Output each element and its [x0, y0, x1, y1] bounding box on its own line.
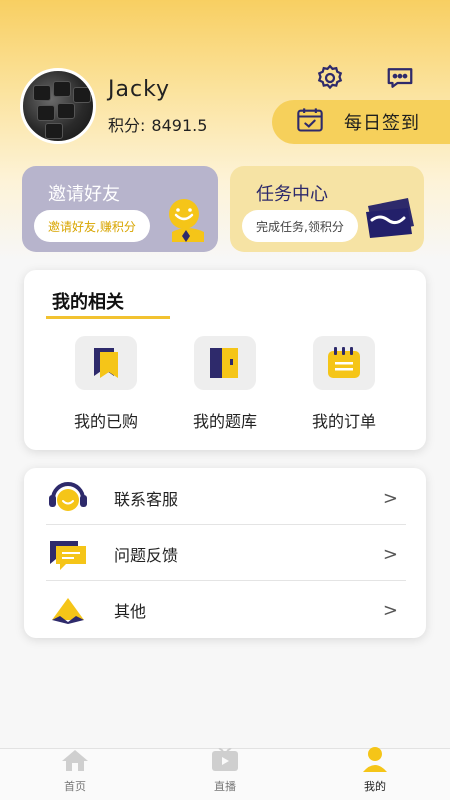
signin-label: 每日签到 [344, 113, 420, 134]
avatar-key-shape [53, 81, 71, 97]
list-item-contact-support[interactable]: 联系客服 > [46, 470, 406, 526]
task-card-icon [364, 196, 416, 244]
username: Jacky [108, 76, 171, 102]
profile-section: Jacky 积分: 8491.5 [20, 68, 207, 144]
chat-icon [46, 534, 90, 574]
list-item-label: 问题反馈 [114, 546, 179, 565]
tab-live[interactable]: 直播 [150, 747, 300, 800]
points-label: 积分: [108, 115, 146, 135]
task-center-card[interactable]: 任务中心 完成任务,领积分 [230, 166, 424, 252]
avatar-key-shape [57, 103, 75, 119]
avatar-key-shape [45, 123, 63, 139]
daily-signin-button[interactable]: 每日签到 [272, 100, 450, 144]
tab-label: 我的 [364, 780, 386, 793]
user-icon [360, 746, 390, 776]
list-item-label: 联系客服 [114, 490, 179, 509]
smiley-figure-icon [164, 196, 210, 250]
divider [46, 524, 406, 525]
tab-home[interactable]: 首页 [0, 749, 150, 800]
calendar-check-icon [296, 107, 324, 137]
home-icon [60, 748, 90, 776]
my-related-panel: 我的相关 我的已购 我的题库 我的订单 [24, 270, 426, 450]
avatar-key-shape [37, 105, 55, 121]
settings-icon[interactable] [314, 62, 346, 94]
chevron-right-icon: > [382, 487, 398, 509]
section-title: 我的相关 [52, 292, 124, 313]
bottom-tab-bar: 首页 直播 我的 [0, 746, 450, 800]
my-orders-item[interactable]: 我的订单 [294, 336, 394, 432]
service-list-panel: 联系客服 > 问题反馈 > 其他 > [24, 468, 426, 638]
tab-mine[interactable]: 我的 [300, 746, 450, 800]
points-row: 积分: 8491.5 [108, 112, 207, 136]
tab-label: 首页 [64, 780, 86, 793]
my-purchased-item[interactable]: 我的已购 [56, 336, 156, 432]
user-info: Jacky 积分: 8491.5 [108, 77, 207, 136]
grid-label: 我的题库 [192, 412, 257, 431]
grid-label: 我的订单 [311, 412, 376, 431]
invite-friends-card[interactable]: 邀请好友 邀请好友,赚积分 [22, 166, 218, 252]
avatar[interactable] [20, 68, 96, 144]
avatar-key-shape [33, 85, 51, 101]
tab-label: 直播 [214, 780, 236, 793]
headset-icon [46, 478, 90, 518]
chevron-right-icon: > [382, 599, 398, 621]
list-item-other[interactable]: 其他 > [46, 582, 406, 638]
calendar-icon [313, 336, 375, 390]
invite-card-subtitle: 邀请好友,赚积分 [34, 210, 150, 242]
my-question-bank-item[interactable]: 我的题库 [175, 336, 275, 432]
grid-label: 我的已购 [73, 412, 138, 431]
book-icon [194, 336, 256, 390]
message-icon[interactable] [384, 62, 416, 94]
task-card-subtitle: 完成任务,领积分 [242, 210, 358, 242]
section-underline [46, 316, 170, 319]
list-item-label: 其他 [114, 602, 147, 621]
other-icon [46, 590, 90, 630]
divider [46, 580, 406, 581]
bookmark-icon [75, 336, 137, 390]
chevron-right-icon: > [382, 543, 398, 565]
tv-icon [210, 747, 240, 776]
points-value: 8491.5 [151, 115, 208, 135]
avatar-key-shape [73, 87, 91, 103]
list-item-feedback[interactable]: 问题反馈 > [46, 526, 406, 582]
